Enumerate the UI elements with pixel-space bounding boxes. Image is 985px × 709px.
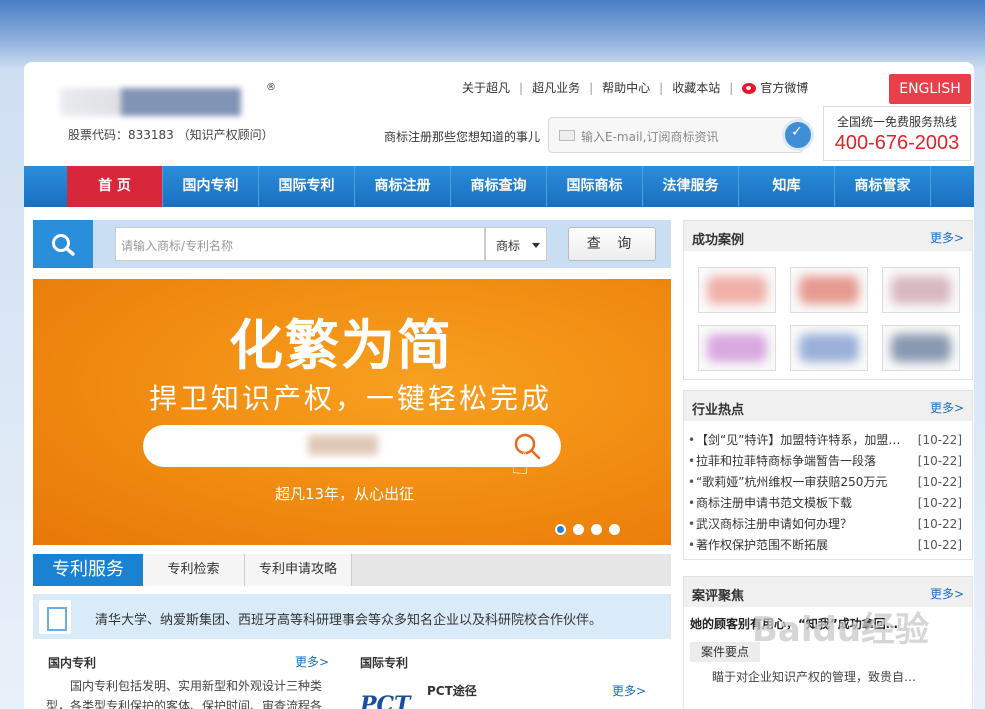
pct-route-title[interactable]: PCT途径: [427, 682, 477, 699]
promo-banner[interactable]: 化繁为简 捍卫知识产权，一键轻松完成 ☝ 超凡13年，从心出征: [33, 279, 671, 545]
industry-hot-more-link[interactable]: 更多>: [930, 399, 964, 416]
list-item[interactable]: 商标注册申请书范文模板下载[10-22]: [686, 493, 972, 514]
success-cases-title: 成功案例: [692, 233, 745, 248]
carousel-dots: [555, 524, 620, 535]
weibo-icon: [742, 83, 757, 94]
nav-trademark-search[interactable]: 商标查询: [451, 166, 547, 207]
link-bookmark[interactable]: 收藏本站: [672, 79, 720, 96]
industry-hot-panel: 行业热点 更多> 【剑“见”特许】加盟特许特系，加盟…[10-22] 拉菲和拉菲…: [683, 390, 973, 560]
english-button[interactable]: ENGLISH: [889, 74, 971, 104]
hotline-number: 400-676-2003: [834, 132, 960, 154]
pct-logo: PCT: [360, 692, 411, 709]
case-review-desc: 瞄于对企业知识产权的管理，致贵自…: [712, 670, 917, 684]
link-help[interactable]: 帮助中心: [602, 79, 650, 96]
nav-intl-trademark[interactable]: 国际商标: [547, 166, 643, 207]
banner-slogan: 超凡13年，从心出征: [275, 485, 415, 503]
link-business[interactable]: 超凡业务: [532, 79, 580, 96]
page-container: ® 股票代码：833183 （知识产权顾问） 关于超凡 | 超凡业务 | 帮助中心 |…: [24, 62, 974, 709]
industry-hot-title: 行业热点: [692, 403, 745, 418]
chevron-down-icon: [532, 243, 540, 248]
search-icon: [33, 220, 93, 268]
pointer-hand-icon: ☝: [511, 447, 530, 482]
tab-patent-guide[interactable]: 专利申请攻略: [245, 554, 353, 586]
search-input[interactable]: 请输入商标/专利名称: [115, 227, 485, 261]
case-point-label: 案件要点: [690, 642, 760, 662]
nav-trademark-manager[interactable]: 商标管家: [835, 166, 931, 207]
list-item[interactable]: 【剑“见”特许】加盟特许特系，加盟…[10-22]: [686, 430, 972, 451]
stock-code: 股票代码：833183 （知识产权顾问）: [68, 128, 274, 142]
success-cases-panel: 成功案例 更多>: [683, 220, 973, 380]
nav-domestic-patent[interactable]: 国内专利: [163, 166, 259, 207]
logo-image: [60, 88, 260, 116]
top-links: 关于超凡 | 超凡业务 | 帮助中心 | 收藏本站 | 官方微博: [462, 79, 809, 96]
subscribe-question: 商标注册那些您想知道的事儿: [384, 130, 541, 144]
domestic-patent-text: 国内专利包括发明、实用新型和外观设计三种类型，各类型专利保护的客体、保护时间、审…: [46, 679, 323, 709]
search-type-value: 商标: [496, 239, 521, 253]
banner-search-graphic: [143, 425, 561, 467]
list-item[interactable]: 著作权保护范围不断拓展[10-22]: [686, 535, 972, 556]
nav-intl-patent[interactable]: 国际专利: [259, 166, 355, 207]
carousel-dot-1[interactable]: [555, 524, 566, 535]
pct-more-link[interactable]: 更多>: [612, 682, 646, 699]
carousel-dot-3[interactable]: [591, 524, 602, 535]
list-item[interactable]: 武汉商标注册申请如何办理？[10-22]: [686, 514, 972, 535]
search-type-select[interactable]: 商标: [485, 227, 547, 261]
nav-home[interactable]: 首 页: [67, 166, 163, 207]
partner-banner: 清华大学、纳爱斯集团、西班牙高等科研理事会等众多知名企业以及科研院校合作伙伴。: [33, 594, 671, 639]
patent-tabs: 专利服务 专利检索 专利申请攻略: [33, 554, 671, 586]
case-review-title: 案评聚焦: [692, 589, 745, 604]
link-weibo[interactable]: 官方微博: [760, 79, 808, 96]
mail-icon: [559, 130, 575, 141]
document-icon: [39, 600, 71, 634]
case-logo-6[interactable]: [882, 325, 960, 371]
list-item[interactable]: “歌莉娅”杭州维权一审获赔250万元[10-22]: [686, 472, 972, 493]
partner-text: 清华大学、纳爱斯集团、西班牙高等科研理事会等众多知名企业以及科研院校合作伙伴。: [95, 613, 603, 628]
subscribe-submit-button[interactable]: [782, 119, 814, 151]
search-button[interactable]: 查 询: [568, 227, 656, 261]
site-logo[interactable]: ®: [60, 82, 276, 124]
success-cases-more-link[interactable]: 更多>: [930, 229, 964, 246]
banner-subtitle: 捍卫知识产权，一键轻松完成: [149, 382, 553, 415]
baidu-watermark: Baidu经验: [752, 610, 930, 650]
nav-trademark-register[interactable]: 商标注册: [355, 166, 451, 207]
carousel-dot-4[interactable]: [609, 524, 620, 535]
subscribe-box: 输入E-mail,订阅商标资讯: [548, 117, 814, 153]
case-logo-3[interactable]: [882, 267, 960, 313]
case-logo-4[interactable]: [698, 325, 776, 371]
hotline-label: 全国统一免费服务热线: [836, 115, 957, 129]
banner-title: 化繁为简: [229, 314, 453, 377]
tab-patent-search[interactable]: 专利检索: [143, 554, 245, 586]
case-logo-1[interactable]: [698, 267, 776, 313]
banner-blurred-text: [308, 435, 378, 455]
case-review-more-link[interactable]: 更多>: [930, 585, 964, 602]
case-logo-5[interactable]: [790, 325, 868, 371]
logo-registered-mark: ®: [266, 82, 276, 93]
main-nav: 首 页 国内专利 国际专利 商标注册 商标查询 国际商标 法律服务 知库 商标管…: [24, 166, 974, 207]
case-logo-2[interactable]: [790, 267, 868, 313]
link-about[interactable]: 关于超凡: [462, 79, 510, 96]
list-item[interactable]: 拉菲和拉菲特商标争端暂告一段落[10-22]: [686, 451, 972, 472]
hotline-box: 全国统一免费服务热线 400-676-2003: [823, 106, 971, 161]
domestic-patent-title: 国内专利: [48, 656, 97, 670]
carousel-dot-2[interactable]: [573, 524, 584, 535]
search-bar: 请输入商标/专利名称 商标 查 询: [33, 220, 671, 268]
intl-patent-title: 国际专利: [360, 656, 409, 670]
nav-knowledge[interactable]: 知库: [739, 166, 835, 207]
domestic-patent-more-link[interactable]: 更多>: [295, 653, 329, 670]
email-subscribe-input[interactable]: 输入E-mail,订阅商标资讯: [581, 128, 718, 145]
tab-patent-service[interactable]: 专利服务: [33, 554, 143, 586]
nav-legal[interactable]: 法律服务: [643, 166, 739, 207]
